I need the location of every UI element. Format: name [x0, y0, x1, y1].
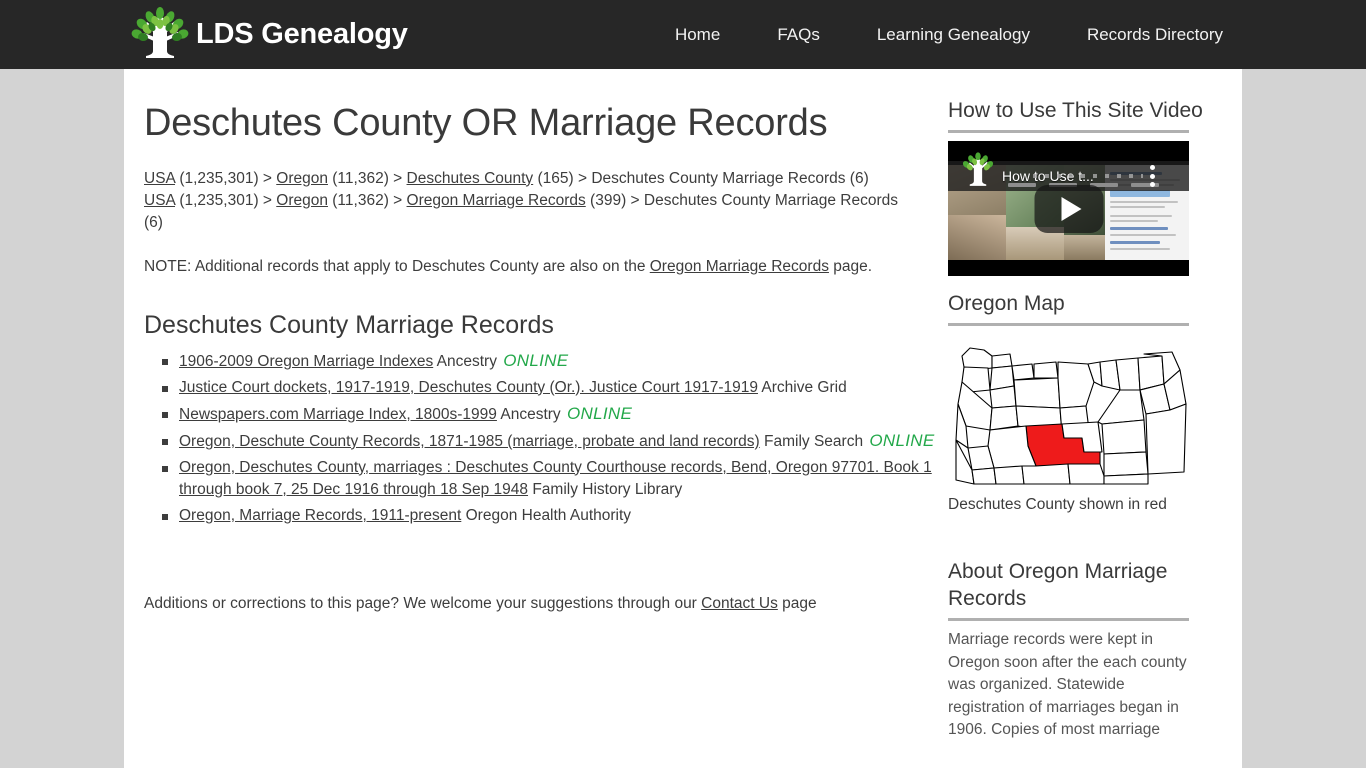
section-title: Deschutes County Marriage Records	[144, 310, 554, 339]
breadcrumb-line-1: USA (1,235,301) > Oregon (11,362) > Desc…	[144, 168, 919, 190]
record-link[interactable]: Oregon, Marriage Records, 1911-present	[179, 507, 461, 524]
breadcrumb-1-part-4[interactable]: Deschutes County	[407, 170, 534, 187]
map-widget-heading: Oregon Map	[948, 292, 1065, 315]
video-widget-heading: How to Use This Site Video	[948, 99, 1203, 122]
online-badge: ONLINE	[503, 350, 569, 370]
record-source: Ancestry	[496, 405, 565, 423]
record-source: Archive Grid	[757, 378, 847, 396]
breadcrumb-1-part-5: (165) > Deschutes County Marriage Record…	[533, 169, 869, 187]
main-nav: Home FAQs Learning Genealogy Records Dir…	[675, 0, 1366, 69]
video-widget: How to Use This Site Video How	[948, 97, 1222, 276]
oregon-map-svg	[955, 347, 1187, 485]
breadcrumb-line-2: USA (1,235,301) > Oregon (11,362) > Oreg…	[144, 190, 919, 234]
record-link[interactable]: Oregon, Deschute County Records, 1871-19…	[179, 433, 760, 450]
breadcrumb-1-part-0[interactable]: USA	[144, 170, 175, 187]
video-player[interactable]: How to Use t...	[948, 141, 1189, 276]
family-tree-icon	[131, 6, 189, 58]
record-link[interactable]: Justice Court dockets, 1917-1919, Deschu…	[179, 379, 758, 396]
content-container: Deschutes County OR Marriage Records USA…	[124, 69, 1242, 768]
oregon-county-map[interactable]	[948, 334, 1189, 489]
sidebar: How to Use This Site Video How Oregon Ma…	[934, 69, 1222, 756]
breadcrumb-2-part-3: (11,362) >	[327, 191, 407, 209]
about-widget: About Oregon Marriage Records Marriage r…	[948, 558, 1222, 742]
breadcrumb-2-part-4[interactable]: Oregon Marriage Records	[407, 192, 586, 209]
page-root: LDS Genealogy Home FAQs Learning Genealo…	[0, 0, 1366, 768]
breadcrumb-1-part-1: (1,235,301) >	[175, 169, 277, 187]
kebab-menu-icon[interactable]	[1150, 165, 1155, 187]
record-item: Oregon, Deschute County Records, 1871-19…	[162, 430, 944, 453]
record-item: Newspapers.com Marriage Index, 1800s-199…	[162, 403, 944, 426]
corrections-prefix: Additions or corrections to this page? W…	[144, 594, 702, 612]
record-item: Oregon, Marriage Records, 1911-present O…	[162, 505, 944, 527]
divider	[948, 130, 1189, 133]
record-item: Oregon, Deschutes County, marriages : De…	[162, 457, 944, 501]
note-link-oregon-marriage-records[interactable]: Oregon Marriage Records	[650, 258, 829, 275]
record-source: Ancestry	[433, 352, 502, 370]
nav-item-faqs[interactable]: FAQs	[777, 25, 820, 45]
breadcrumb-1-part-2[interactable]: Oregon	[276, 170, 328, 187]
about-widget-body: Marriage records were kept in Oregon soo…	[948, 631, 1187, 738]
brand-name: LDS Genealogy	[196, 18, 408, 50]
record-item: Justice Court dockets, 1917-1919, Deschu…	[162, 377, 944, 399]
nav-item-records-directory[interactable]: Records Directory	[1087, 25, 1223, 45]
record-source: Family Search	[759, 432, 868, 450]
breadcrumb-2-part-0[interactable]: USA	[144, 192, 175, 209]
corrections-note: Additions or corrections to this page? W…	[144, 593, 934, 615]
note-prefix: NOTE: Additional records that apply to D…	[144, 257, 650, 275]
main-column: Deschutes County OR Marriage Records USA…	[124, 69, 934, 756]
nav-item-home[interactable]: Home	[675, 25, 720, 45]
breadcrumb-2-part-1: (1,235,301) >	[175, 191, 277, 209]
note-text: NOTE: Additional records that apply to D…	[144, 256, 909, 278]
map-widget: Oregon Map Deschutes County shown in red	[948, 290, 1222, 516]
breadcrumb: USA (1,235,301) > Oregon (11,362) > Desc…	[144, 168, 919, 234]
online-badge: ONLINE	[566, 403, 633, 423]
record-link[interactable]: 1906-2009 Oregon Marriage Indexes	[179, 353, 433, 370]
breadcrumb-1-part-3: (11,362) >	[327, 169, 407, 187]
record-source: Oregon Health Authority	[461, 506, 632, 524]
site-header: LDS Genealogy Home FAQs Learning Genealo…	[0, 0, 1366, 69]
records-list: 1906-2009 Oregon Marriage Indexes Ancest…	[144, 350, 944, 527]
page-title: Deschutes County OR Marriage Records	[144, 102, 828, 144]
map-caption: Deschutes County shown in red	[948, 496, 1167, 513]
contact-us-link[interactable]: Contact Us	[701, 595, 778, 612]
nav-item-learning-genealogy[interactable]: Learning Genealogy	[877, 25, 1030, 45]
breadcrumb-2-part-2[interactable]: Oregon	[276, 192, 328, 209]
record-link[interactable]: Newspapers.com Marriage Index, 1800s-199…	[179, 406, 497, 423]
about-widget-heading: About Oregon Marriage Records	[948, 560, 1168, 610]
corrections-suffix: page	[777, 594, 817, 612]
video-overlay-tree-icon	[962, 152, 994, 186]
record-source: Family History Library	[528, 480, 683, 498]
note-suffix: page.	[828, 257, 873, 275]
divider	[948, 323, 1189, 326]
play-button-icon[interactable]	[1034, 184, 1103, 233]
thumbnail-nav-dots	[1033, 174, 1143, 178]
divider	[948, 618, 1189, 621]
online-badge: ONLINE	[869, 430, 935, 450]
brand-logo-link[interactable]: LDS Genealogy	[128, 6, 408, 63]
record-item: 1906-2009 Oregon Marriage Indexes Ancest…	[162, 350, 944, 373]
